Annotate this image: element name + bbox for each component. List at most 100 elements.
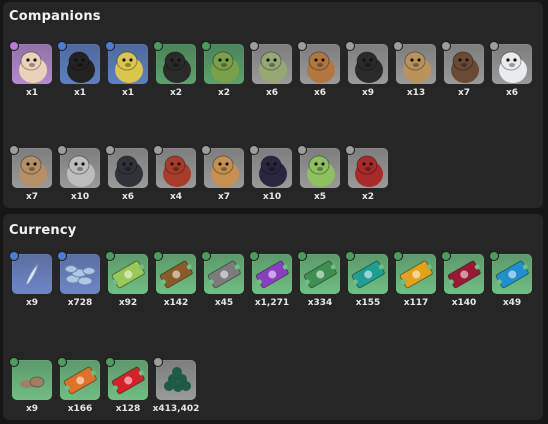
companions-row: x7 x10 x6 x4 x7 x10 x5 x2	[9, 145, 532, 210]
currency-tile-ticket-teal[interactable]: x155	[345, 251, 388, 316]
companion-tile-black-panther[interactable]: x10	[249, 145, 292, 210]
currency-tile-ticket-brown[interactable]: x142	[153, 251, 196, 316]
currency-tile-feather[interactable]: x9	[9, 251, 52, 316]
ticket-brown-icon	[156, 254, 196, 294]
rarity-badge-icon	[249, 41, 259, 51]
companion-tile-deer[interactable]: x7	[9, 145, 52, 210]
companion-tile-brown-bear[interactable]: x6	[297, 41, 340, 106]
ticket-crimson-icon	[444, 254, 484, 294]
rarity-badge-icon	[249, 251, 259, 261]
currency-tile-ticket-leaf[interactable]: x334	[297, 251, 340, 316]
item-count: x6	[505, 88, 519, 98]
companion-tile-red-wolf[interactable]: x2	[345, 145, 388, 210]
rarity-badge-icon	[153, 251, 163, 261]
currency-tile-mushroom[interactable]: x9	[9, 357, 52, 422]
brown-bear-icon	[300, 44, 340, 84]
companion-tile-red-panda[interactable]: x1	[9, 41, 52, 106]
lion-icon	[204, 148, 244, 188]
currency-tile-ticket-sky[interactable]: x49	[489, 251, 532, 316]
robot-pig-icon	[60, 148, 100, 188]
rarity-badge-icon	[201, 251, 211, 261]
companion-tile-frog[interactable]: x2	[201, 41, 244, 106]
rarity-badge-icon	[345, 41, 355, 51]
rarity-badge-icon	[9, 41, 19, 51]
rarity-badge-icon	[153, 145, 163, 155]
currency-tile-ticket-orange[interactable]: x166	[57, 357, 100, 422]
currency-tile-ticket-crimson[interactable]: x140	[441, 251, 484, 316]
currency-tile-ticket-gold[interactable]: x117	[393, 251, 436, 316]
companion-tile-kiwi[interactable]: x7	[441, 41, 484, 106]
rarity-badge-icon	[57, 41, 67, 51]
rarity-badge-icon	[9, 251, 19, 261]
currency-panel: Currency x9 x728 x92 x142 x45 x1,271 x33…	[3, 214, 543, 420]
companion-tile-toad[interactable]: x6	[249, 41, 292, 106]
companion-tile-weasel[interactable]: x13	[393, 41, 436, 106]
rarity-badge-icon	[57, 357, 67, 367]
rarity-badge-icon	[153, 357, 163, 367]
currency-tile-coins[interactable]: x728	[57, 251, 100, 316]
currency-grid: x9 x728 x92 x142 x45 x1,271 x334 x155 x1…	[9, 251, 532, 422]
rarity-badge-icon	[153, 41, 163, 51]
item-count: x49	[502, 298, 522, 308]
rarity-badge-icon	[393, 41, 403, 51]
red-panda-icon	[12, 44, 52, 84]
companion-tile-mantis[interactable]: x5	[297, 145, 340, 210]
coins-icon	[60, 254, 100, 294]
bumblebee-icon	[348, 44, 388, 84]
companion-tile-red-lion[interactable]: x4	[153, 145, 196, 210]
companion-tile-crow[interactable]: x6	[105, 145, 148, 210]
currency-tile-ticket-green[interactable]: x92	[105, 251, 148, 316]
rarity-badge-icon	[489, 41, 499, 51]
crow-icon	[108, 148, 148, 188]
rarity-badge-icon	[105, 41, 115, 51]
item-count: x2	[361, 192, 375, 202]
currency-tile-ticket-gray[interactable]: x45	[201, 251, 244, 316]
rarity-badge-icon	[9, 145, 19, 155]
feather-icon	[12, 254, 52, 294]
red-wolf-icon	[348, 148, 388, 188]
rarity-badge-icon	[297, 251, 307, 261]
companion-tile-serpent[interactable]: x1	[105, 41, 148, 106]
ticket-leaf-icon	[300, 254, 340, 294]
rarity-badge-icon	[201, 145, 211, 155]
currency-row: x9 x728 x92 x142 x45 x1,271 x334 x155 x1…	[9, 251, 532, 316]
companion-tile-lion[interactable]: x7	[201, 145, 244, 210]
ticket-purple-icon	[252, 254, 292, 294]
companions-title: Companions	[9, 9, 101, 24]
rarity-badge-icon	[105, 251, 115, 261]
rarity-badge-icon	[489, 251, 499, 261]
white-wolf-icon	[492, 44, 532, 84]
toad-icon	[252, 44, 292, 84]
rarity-badge-icon	[249, 145, 259, 155]
ticket-orange-icon	[60, 360, 100, 400]
ticket-gold-icon	[396, 254, 436, 294]
rarity-badge-icon	[393, 251, 403, 261]
ticket-teal-icon	[348, 254, 388, 294]
companions-grid: x1 x1 x1 x2 x2 x6 x6 x9 x13 x7 x6 x7 x10…	[9, 41, 532, 210]
black-panther-icon	[252, 148, 292, 188]
currency-tile-ticket-red[interactable]: x128	[105, 357, 148, 422]
currency-tile-gems[interactable]: x413,402	[153, 357, 199, 422]
currency-tile-ticket-purple[interactable]: x1,271	[249, 251, 292, 316]
rarity-badge-icon	[57, 145, 67, 155]
companion-tile-bumblebee[interactable]: x9	[345, 41, 388, 106]
companion-tile-black-cat[interactable]: x1	[57, 41, 100, 106]
black-bear-icon	[156, 44, 196, 84]
red-lion-icon	[156, 148, 196, 188]
companion-tile-robot-pig[interactable]: x10	[57, 145, 100, 210]
gems-icon	[156, 360, 196, 400]
rarity-badge-icon	[345, 251, 355, 261]
ticket-green-icon	[108, 254, 148, 294]
rarity-badge-icon	[441, 41, 451, 51]
companion-tile-black-bear[interactable]: x2	[153, 41, 196, 106]
frog-icon	[204, 44, 244, 84]
ticket-red-icon	[108, 360, 148, 400]
black-cat-icon	[60, 44, 100, 84]
rarity-badge-icon	[297, 41, 307, 51]
companion-tile-white-wolf[interactable]: x6	[489, 41, 532, 106]
deer-icon	[12, 148, 52, 188]
rarity-badge-icon	[297, 145, 307, 155]
item-count: x413,402	[152, 404, 200, 414]
serpent-icon	[108, 44, 148, 84]
ticket-sky-icon	[492, 254, 532, 294]
